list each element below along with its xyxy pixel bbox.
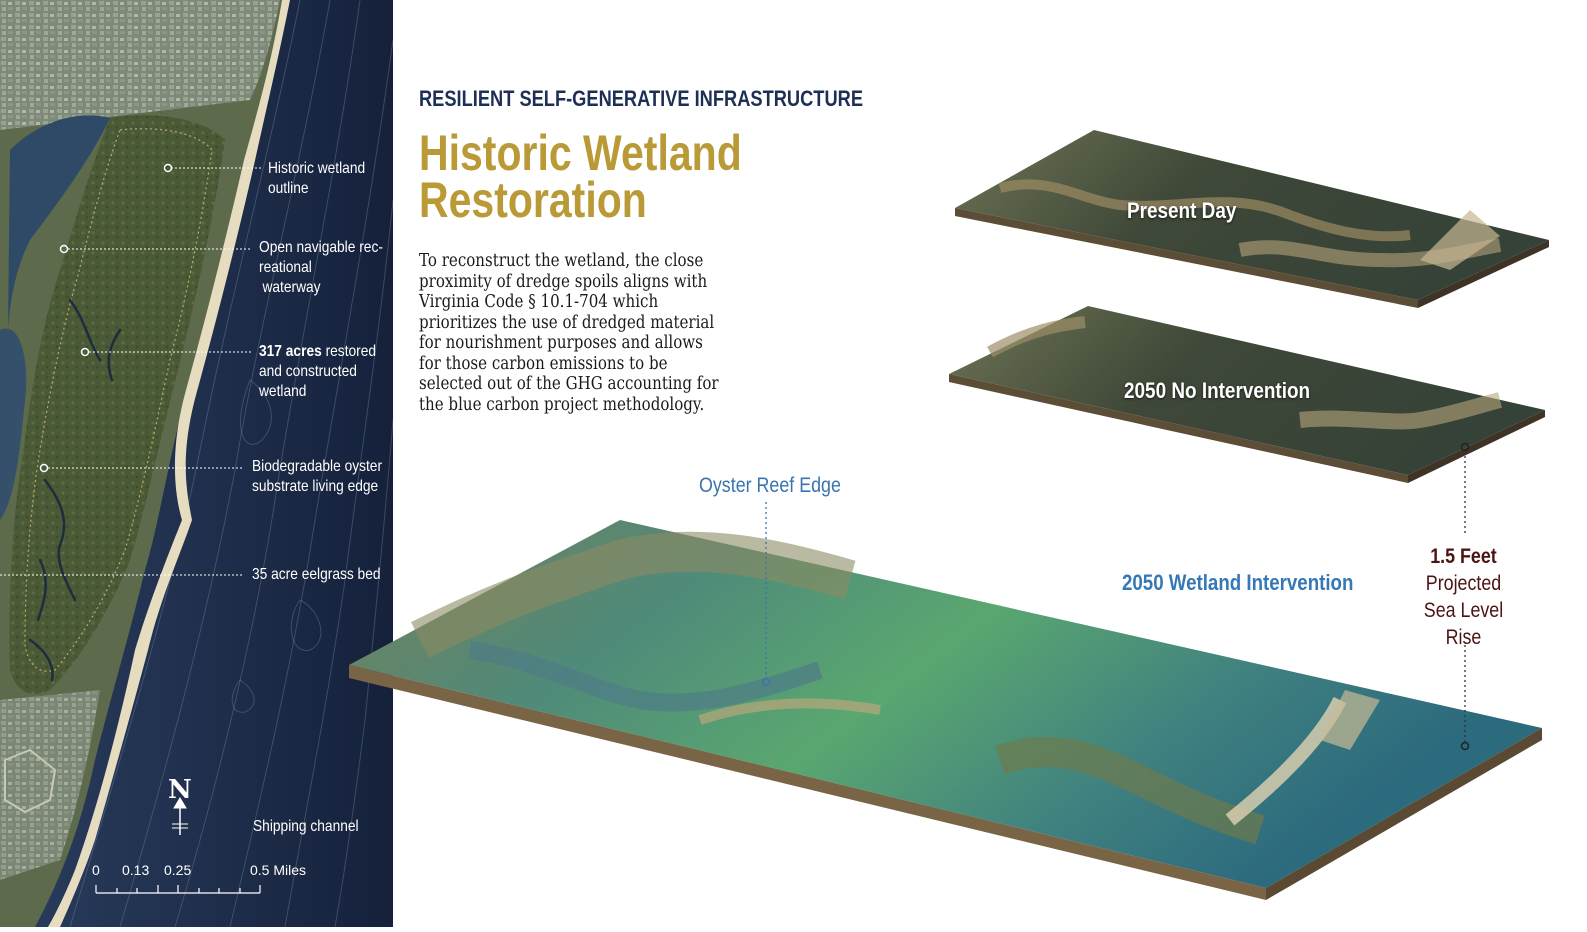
sea-level-rise-text: Rise	[1445, 626, 1482, 649]
isometric-slab-diagram	[349, 130, 1549, 900]
slab-2050-wetland-intervention	[349, 520, 1542, 900]
label-2050-no-intervention: 2050 No Intervention	[1124, 378, 1311, 403]
sea-level-rise-value: 1.5 Feet	[1430, 545, 1497, 568]
slab-present-day	[955, 130, 1549, 308]
label-present-day: Present Day	[1127, 198, 1237, 223]
sea-level-rise-callout: 1.5 Feet Projected Sea Level Rise	[1421, 543, 1506, 651]
label-oyster-reef-edge: Oyster Reef Edge	[699, 474, 841, 497]
sea-level-rise-text: Sea Level	[1423, 599, 1504, 622]
sea-level-rise-text: Projected	[1425, 572, 1502, 595]
label-2050-wetland-intervention: 2050 Wetland Intervention	[1122, 570, 1354, 595]
